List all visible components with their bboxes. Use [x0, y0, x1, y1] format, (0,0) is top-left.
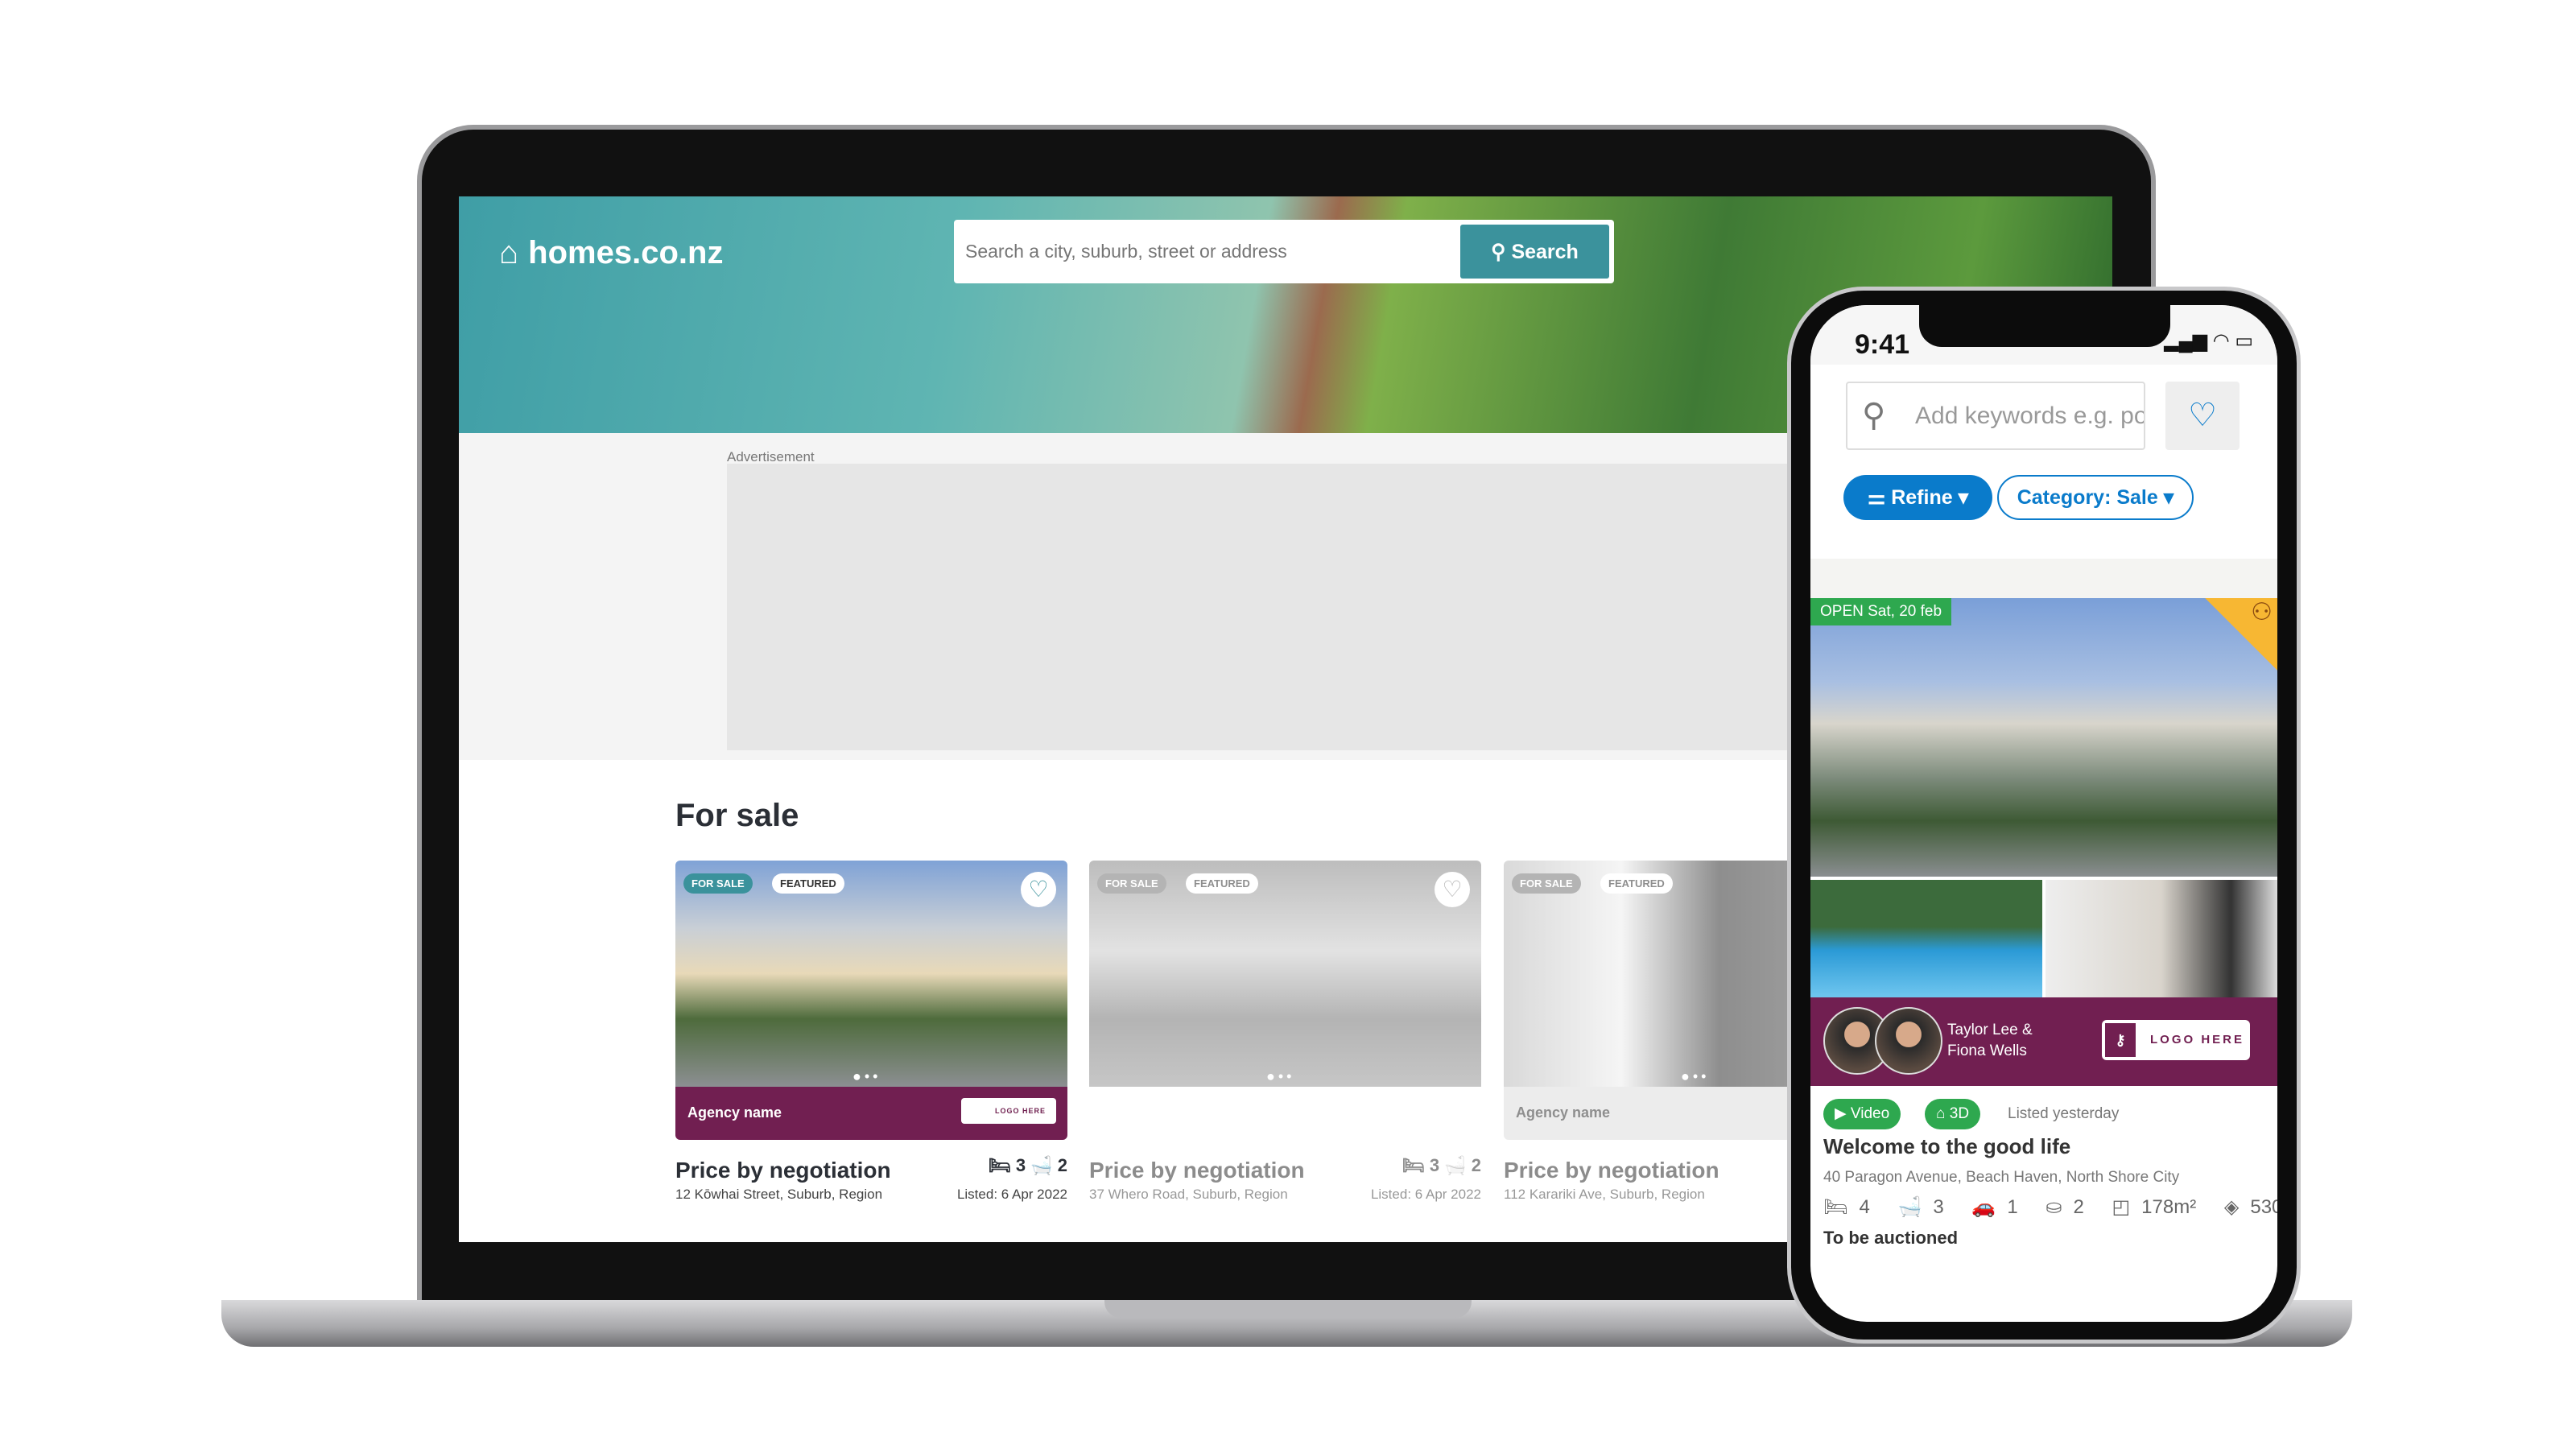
listing-photo[interactable]: OPEN Sat, 20 feb ⚇ [1810, 598, 2277, 877]
section-title: For sale [675, 798, 799, 833]
agency-logo: ⚷ LOGO HERE [2102, 1020, 2250, 1060]
add-to-planner-icon[interactable]: ⚇ [2205, 598, 2277, 671]
listing-date: Listed: 6 Apr 2022 [1370, 1187, 1481, 1202]
listing-price: Price by negotiation [1089, 1158, 1305, 1183]
listing-card[interactable]: FOR SALE FEATURED ♡ ●•• Agency name LOGO… [675, 861, 1067, 1202]
listing-title[interactable]: Welcome to the good life [1823, 1134, 2070, 1159]
phone-notch [1919, 305, 2170, 347]
living-feature: ⛀ 2 [2046, 1196, 2084, 1218]
video-badge[interactable]: ▶ Video [1823, 1099, 1901, 1129]
listing-photo[interactable] [675, 861, 1067, 1087]
bath-icon: 🛁 [1444, 1155, 1472, 1175]
bath-icon: 🛁 [1030, 1155, 1058, 1175]
agency-band: Agency name LOGO HERE [675, 1087, 1067, 1140]
agent-avatar [1875, 1007, 1942, 1075]
listing-address: 112 Karariki Ave, Suburb, Region [1504, 1187, 1705, 1202]
agency-name: Agency name [1516, 1104, 1611, 1121]
ad-placeholder[interactable] [727, 464, 1790, 750]
listing-thumbnail[interactable] [2046, 880, 2277, 997]
mobile-screen: 9:41 ▂▄▆ ◠ ▭ ⚲ Add keywords e.g. po ♡ ⚌ R… [1810, 305, 2277, 1322]
listing-card[interactable]: FOR SALE FEATURED ♡ ●•• Price by negotia… [1089, 861, 1481, 1202]
for-sale-badge: FOR SALE [683, 873, 753, 894]
land-area-feature: ◈530m² [2223, 1196, 2277, 1218]
bath-icon: 🛁 [1897, 1196, 1922, 1218]
caret-down-icon: ▾ [2157, 486, 2174, 509]
agency-logo: LOGO HERE [961, 1098, 1056, 1124]
carousel-dots[interactable]: ●•• [1266, 1068, 1294, 1085]
listed-date: Listed yesterday [2008, 1105, 2120, 1122]
listing-address: 12 Kōwhai Street, Suburb, Region [675, 1187, 883, 1202]
category-dropdown[interactable]: Category: Sale ▾ [1997, 475, 2194, 520]
sofa-icon: ⛀ [2046, 1196, 2062, 1218]
heart-icon[interactable]: ♡ [1435, 872, 1470, 907]
agent-names: Taylor Lee & Fiona Wells [1947, 1022, 2033, 1059]
floor-area-feature: ◰ 178m² [2112, 1196, 2197, 1218]
bath-feature: 🛁 3 [1897, 1196, 1944, 1218]
bed-icon: 🛏 [988, 1155, 1016, 1175]
listing-features: 🛏4 🛁3 🚗1 ⛀2 ◰178m² ◈530m² [1823, 1195, 2277, 1219]
bed-feature: 🛏 4 [1823, 1196, 1870, 1218]
open-home-badge: OPEN Sat, 20 feb [1810, 598, 1952, 625]
agent-band: Taylor Lee & Fiona Wells ⚷ LOGO HERE [1810, 997, 2277, 1086]
listing-features: 🛏 3 🛁 2 [988, 1155, 1067, 1175]
clock: 9:41 [1855, 329, 1910, 360]
carousel-dots[interactable]: ●•• [852, 1068, 881, 1085]
listing-features: 🛏 3 🛁 2 [1402, 1155, 1481, 1175]
featured-badge: FEATURED [1186, 873, 1258, 894]
listing-address: 40 Paragon Avenue, Beach Haven, North Sh… [1823, 1169, 2180, 1186]
land-icon: ◈ [2223, 1196, 2240, 1218]
3d-tour-badge[interactable]: ⌂ 3D [1925, 1099, 1981, 1129]
signal-wifi-battery-icon: ▂▄▆ ◠ ▭ [2164, 330, 2253, 352]
play-icon: ▶ [1835, 1105, 1851, 1122]
refine-button[interactable]: ⚌ Refine ▾ [1843, 475, 1992, 520]
for-sale-badge: FOR SALE [1512, 873, 1581, 894]
listing-thumbnail[interactable] [1810, 880, 2042, 997]
search-icon: ⚲ [1491, 240, 1512, 263]
search-button[interactable]: ⚲ Search [1460, 225, 1609, 279]
listing-date: Listed: 6 Apr 2022 [956, 1187, 1067, 1202]
sale-method: To be auctioned [1823, 1228, 1959, 1248]
featured-badge: FEATURED [1600, 873, 1673, 894]
keyword-search-input[interactable]: ⚲ Add keywords e.g. po [1846, 382, 2145, 450]
featured-badge: FEATURED [772, 873, 844, 894]
search-input[interactable] [965, 220, 1432, 283]
heart-plus-icon: ♡ [2188, 398, 2217, 433]
search-icon: ⚲ [1862, 398, 1886, 433]
for-sale-badge: FOR SALE [1097, 873, 1166, 894]
bed-icon: 🛏 [1402, 1155, 1430, 1175]
car-icon: 🚗 [1971, 1196, 1996, 1218]
listing-price: Price by negotiation [675, 1158, 891, 1183]
agency-name: Agency name [687, 1104, 782, 1121]
laptop-hinge [1104, 1300, 1472, 1318]
floorplan-icon: ◰ [2112, 1196, 2131, 1218]
ad-label: Advertisement [727, 449, 815, 464]
listing-address: 37 Whero Road, Suburb, Region [1089, 1187, 1288, 1202]
garage-feature: 🚗 1 [1971, 1196, 2018, 1218]
listing-photo[interactable] [1089, 861, 1481, 1087]
divider [1810, 559, 2277, 598]
carousel-dots[interactable]: ●•• [1681, 1068, 1709, 1085]
house-icon: ⌂ [499, 235, 519, 270]
sliders-icon: ⚌ [1867, 486, 1892, 509]
listing-price: Price by negotiation [1504, 1158, 1719, 1183]
site-logo[interactable]: ⌂ homes.co.nz [499, 235, 723, 271]
house-3d-icon: ⌂ [1936, 1105, 1950, 1122]
bed-icon: 🛏 [1823, 1196, 1848, 1218]
search-bar: ⚲ Search [954, 220, 1614, 283]
key-icon: ⚷ [2105, 1023, 2136, 1057]
caret-down-icon: ▾ [1952, 486, 1969, 509]
save-search-heart-button[interactable]: ♡ [2165, 382, 2240, 450]
heart-icon[interactable]: ♡ [1021, 872, 1056, 907]
